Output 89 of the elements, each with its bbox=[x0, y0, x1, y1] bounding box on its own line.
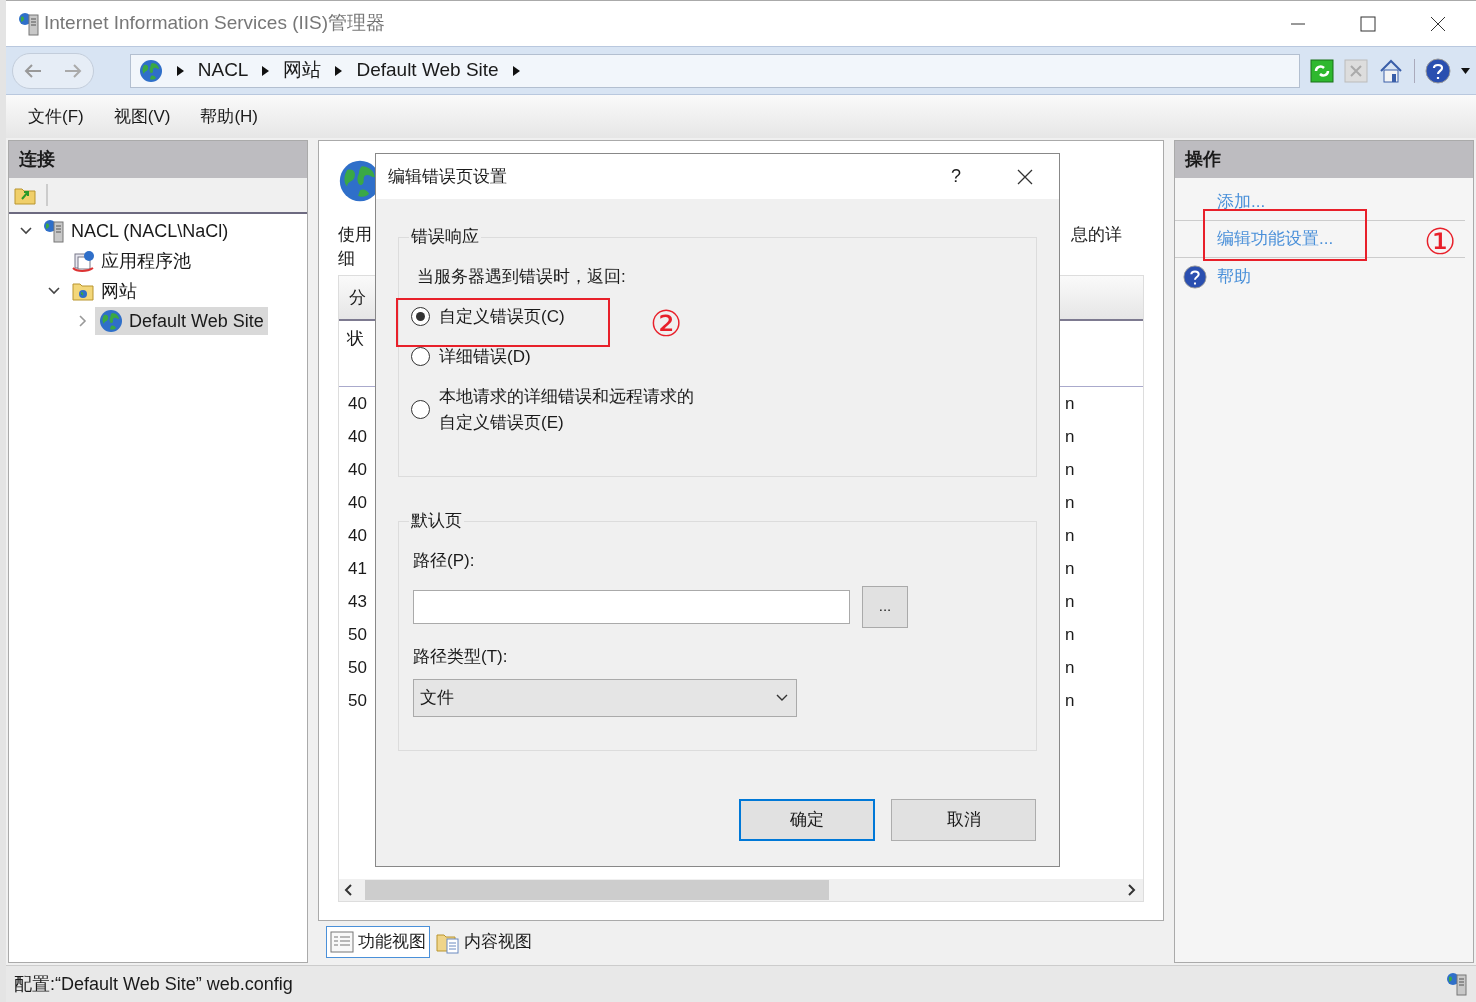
tree-item-label: 网站 bbox=[101, 279, 137, 303]
table-cell-text: 43 bbox=[348, 590, 367, 613]
table-cell-text: 40 bbox=[348, 491, 367, 514]
field-label: 路径类型(T): bbox=[413, 646, 508, 666]
server-icon bbox=[43, 219, 65, 243]
table-cell-text: n bbox=[1065, 392, 1076, 415]
chevron-down-icon bbox=[776, 694, 788, 702]
breadcrumb-arrow-icon[interactable] bbox=[335, 65, 343, 76]
radio-label[interactable]: 详细错误(D) bbox=[439, 343, 531, 370]
breadcrumb-arrow-icon[interactable] bbox=[262, 65, 270, 76]
step-number: ② bbox=[650, 304, 683, 344]
folder-arrow-icon[interactable] bbox=[14, 185, 36, 205]
radio-label[interactable]: 本地请求的详细错误和远程请求的自定义错误页(E) bbox=[439, 383, 701, 436]
table-cell-text: n bbox=[1065, 590, 1076, 613]
table-cell-text: 40 bbox=[348, 458, 367, 481]
breadcrumb[interactable]: Default Web Site bbox=[356, 56, 499, 85]
tree-item[interactable]: 应用程序池 bbox=[67, 247, 195, 275]
breadcrumb[interactable]: 网站 bbox=[283, 56, 322, 85]
menu-item[interactable]: 视图(V) bbox=[113, 103, 171, 130]
scrollbar-thumb[interactable] bbox=[365, 880, 829, 900]
panel-title: 连接 bbox=[19, 148, 55, 171]
help-icon[interactable] bbox=[1425, 57, 1451, 84]
dialog-button[interactable]: 确定 bbox=[739, 799, 875, 841]
view-tab[interactable]: 功能视图 bbox=[326, 926, 430, 958]
table-cell-text: n bbox=[1065, 557, 1076, 580]
tree-item-label: NACL (NACL\NaCl) bbox=[71, 219, 229, 243]
path-field[interactable] bbox=[413, 589, 850, 624]
field-label: 路径(P): bbox=[413, 551, 475, 570]
tree-item-label: Default Web Site bbox=[129, 309, 264, 333]
table-cell-text: 40 bbox=[348, 392, 367, 415]
menu-item[interactable]: 帮助(H) bbox=[200, 103, 258, 130]
table-cell-text: n bbox=[1065, 425, 1076, 448]
description-text: 息的详 bbox=[1071, 224, 1122, 246]
status-text: 配置:“Default Web Site” web.config bbox=[14, 972, 293, 996]
app-pool-icon bbox=[71, 249, 95, 273]
radio-button[interactable] bbox=[411, 400, 430, 419]
globe-icon bbox=[99, 309, 123, 333]
breadcrumb-arrow-icon[interactable] bbox=[176, 65, 184, 76]
view-tab[interactable]: 内容视图 bbox=[432, 926, 536, 958]
dialog-button[interactable]: 取消 bbox=[891, 799, 1036, 841]
radio-button[interactable] bbox=[411, 307, 430, 326]
maximize-icon[interactable] bbox=[1360, 15, 1376, 32]
table-cell-text: n bbox=[1065, 524, 1076, 547]
tree-item[interactable]: 网站 bbox=[67, 277, 141, 305]
table-cell-text: 50 bbox=[348, 689, 367, 712]
server-icon bbox=[18, 11, 40, 36]
group-header: 状 bbox=[347, 328, 364, 351]
group-legend: 默认页 bbox=[409, 510, 464, 532]
table-cell-text: 50 bbox=[348, 656, 367, 679]
prompt-text: 当服务器遇到错误时，返回: bbox=[417, 267, 626, 286]
window-title: Internet Information Services (IIS)管理器 bbox=[44, 11, 386, 36]
table-cell-text: 40 bbox=[348, 425, 367, 448]
radio-label[interactable]: 自定义错误页(C) bbox=[439, 303, 565, 330]
list-icon bbox=[330, 931, 354, 953]
close-icon[interactable] bbox=[1430, 15, 1446, 32]
help-button[interactable]: ? bbox=[951, 163, 961, 190]
folder-globe-icon bbox=[71, 280, 95, 302]
menu-item[interactable]: 文件(F) bbox=[28, 103, 84, 130]
table-cell-text: 40 bbox=[348, 524, 367, 547]
column-header[interactable]: 分 bbox=[349, 284, 366, 311]
table-cell-text: 41 bbox=[348, 557, 367, 580]
tree-item[interactable]: Default Web Site bbox=[95, 307, 268, 335]
panel-title: 操作 bbox=[1185, 148, 1221, 171]
description-text: 细 bbox=[338, 248, 356, 270]
table-cell-text: n bbox=[1065, 458, 1076, 481]
table-cell-text: n bbox=[1065, 656, 1076, 679]
server-icon bbox=[1446, 972, 1468, 996]
breadcrumb[interactable]: NACL bbox=[197, 56, 249, 85]
breadcrumb-arrow-icon[interactable] bbox=[512, 65, 520, 76]
table-cell-text: n bbox=[1065, 623, 1076, 646]
browse-button[interactable]: ... bbox=[862, 585, 908, 628]
close-icon[interactable] bbox=[1017, 168, 1033, 185]
help-icon bbox=[1183, 264, 1207, 289]
tree-item-label: 应用程序池 bbox=[101, 249, 191, 273]
table-cell-text: n bbox=[1065, 689, 1076, 712]
table-cell-text: 50 bbox=[348, 623, 367, 646]
dialog-title: 编辑错误页设置 bbox=[388, 165, 507, 188]
description-text: 使用 bbox=[338, 224, 372, 246]
home-icon[interactable] bbox=[1378, 57, 1404, 84]
refresh-icon[interactable] bbox=[1310, 58, 1334, 83]
address-field[interactable]: NACL 网站 Default Web Site bbox=[129, 53, 1300, 88]
tree-item[interactable]: NACL (NACL\NaCl) bbox=[39, 217, 233, 245]
dropdown-caret-icon[interactable] bbox=[1461, 67, 1470, 74]
radio-button[interactable] bbox=[411, 347, 430, 366]
step-number: ① bbox=[1424, 222, 1457, 262]
group-legend: 错误响应 bbox=[409, 226, 481, 248]
globe-icon bbox=[138, 58, 163, 83]
path-type-dropdown[interactable]: 文件 bbox=[413, 679, 797, 717]
table-cell-text: n bbox=[1065, 491, 1076, 514]
